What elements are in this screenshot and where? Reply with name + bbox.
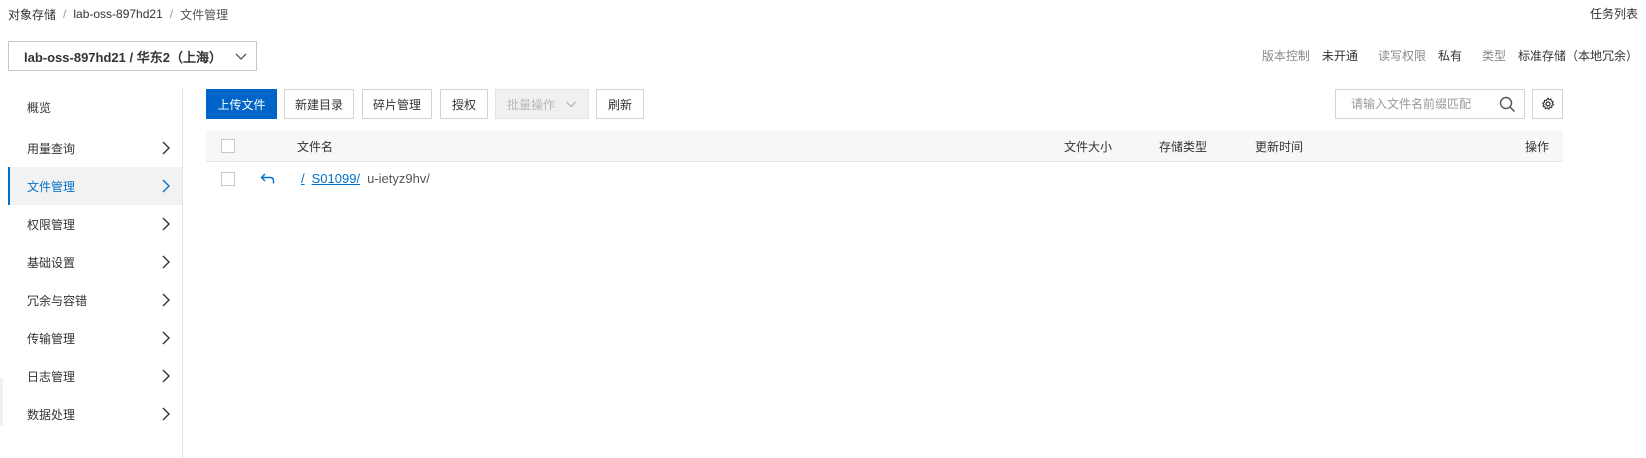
sidebar-item-permissions[interactable]: 权限管理 xyxy=(8,205,182,243)
search-input[interactable] xyxy=(1351,91,1501,117)
sidebar-item-label: 日志管理 xyxy=(27,369,76,384)
acl-label: 读写权限 xyxy=(1377,49,1426,63)
table-header: 文件名 文件大小 存储类型 更新时间 操作 xyxy=(206,130,1563,162)
breadcrumb-item-oss[interactable]: 对象存储 xyxy=(8,6,56,23)
acl-value: 私有 xyxy=(1437,49,1462,63)
table-row: / S01099/ u-ietyz9hv/ xyxy=(206,162,1563,196)
fragment-management-button[interactable]: 碎片管理 xyxy=(362,89,432,119)
column-header-name: 文件名 xyxy=(297,140,334,154)
sidebar-item-data-processing[interactable]: 数据处理 xyxy=(8,395,182,433)
breadcrumb-item-current: 文件管理 xyxy=(180,7,229,22)
breadcrumb-separator: / xyxy=(63,7,67,21)
storage-type-value: 标准存储（本地冗余） xyxy=(1517,49,1638,63)
sidebar-item-label: 文件管理 xyxy=(27,179,76,194)
chevron-right-icon xyxy=(162,407,170,421)
sidebar-item-redundancy[interactable]: 冗余与容错 xyxy=(8,281,182,319)
batch-operations-button[interactable]: 批量操作 xyxy=(495,89,589,119)
sidebar-item-label: 权限管理 xyxy=(27,217,76,232)
settings-button[interactable] xyxy=(1532,89,1563,119)
sidebar-item-label: 传输管理 xyxy=(27,331,76,346)
chevron-right-icon xyxy=(162,141,170,155)
chevron-right-icon xyxy=(162,179,170,193)
bucket-selector-label: lab-oss-897hd21 / 华东2（上海） xyxy=(24,49,222,65)
sidebar-item-label: 基础设置 xyxy=(27,255,76,270)
chevron-right-icon xyxy=(162,331,170,345)
path-segment-link[interactable]: S01099/ xyxy=(312,171,360,186)
sidebar-item-basic-settings[interactable]: 基础设置 xyxy=(8,243,182,281)
path-root-link[interactable]: / xyxy=(301,171,305,186)
chevron-right-icon xyxy=(162,369,170,383)
task-list-link[interactable]: 任务列表 xyxy=(1590,5,1638,22)
breadcrumb-item-bucket[interactable]: lab-oss-897hd21 xyxy=(73,7,162,21)
batch-operations-label: 批量操作 xyxy=(506,97,555,112)
search-box xyxy=(1335,89,1525,119)
authorize-button[interactable]: 授权 xyxy=(440,89,488,119)
versioning-value: 未开通 xyxy=(1321,49,1358,63)
sidebar-item-overview[interactable]: 概览 xyxy=(8,88,182,126)
column-header-updated: 更新时间 xyxy=(1255,140,1304,154)
sidebar-item-logs[interactable]: 日志管理 xyxy=(8,357,182,395)
storage-type-label: 类型 xyxy=(1481,49,1506,63)
refresh-button[interactable]: 刷新 xyxy=(596,89,644,119)
sidebar-item-label: 数据处理 xyxy=(27,407,76,422)
chevron-down-icon xyxy=(566,101,576,108)
column-header-actions: 操作 xyxy=(1525,140,1550,154)
sidebar-item-label: 概览 xyxy=(27,100,52,115)
current-path: / S01099/ u-ietyz9hv/ xyxy=(301,171,430,186)
sidebar-item-usage[interactable]: 用量查询 xyxy=(8,129,182,167)
path-current-segment: u-ietyz9hv/ xyxy=(367,171,430,186)
new-directory-button[interactable]: 新建目录 xyxy=(284,89,354,119)
search-icon[interactable] xyxy=(1499,96,1516,113)
sidebar-item-file-management[interactable]: 文件管理 xyxy=(8,167,182,205)
chevron-right-icon xyxy=(162,217,170,231)
upload-file-button[interactable]: 上传文件 xyxy=(206,89,277,119)
breadcrumb-separator: / xyxy=(169,7,174,21)
column-header-storage-type: 存储类型 xyxy=(1159,140,1208,154)
breadcrumb: 对象存储 / lab-oss-897hd21 / 文件管理 xyxy=(8,5,228,23)
column-header-size: 文件大小 xyxy=(1064,140,1113,154)
sidebar-edge xyxy=(0,378,3,426)
sidebar-item-label: 用量查询 xyxy=(27,141,76,156)
sidebar-item-label: 冗余与容错 xyxy=(27,293,88,308)
back-arrow-icon[interactable] xyxy=(260,171,276,187)
chevron-right-icon xyxy=(162,255,170,269)
gear-icon xyxy=(1541,97,1554,110)
versioning-label: 版本控制 xyxy=(1261,49,1310,63)
chevron-down-icon xyxy=(235,53,247,60)
chevron-right-icon xyxy=(162,293,170,307)
select-all-checkbox[interactable] xyxy=(221,139,235,153)
bucket-info: 版本控制 未开通 读写权限 私有 类型 标准存储（本地冗余） xyxy=(1262,47,1638,64)
sidebar-item-transfer[interactable]: 传输管理 xyxy=(8,319,182,357)
row-checkbox[interactable] xyxy=(221,172,235,186)
bucket-selector[interactable]: lab-oss-897hd21 / 华东2（上海） xyxy=(8,41,257,71)
